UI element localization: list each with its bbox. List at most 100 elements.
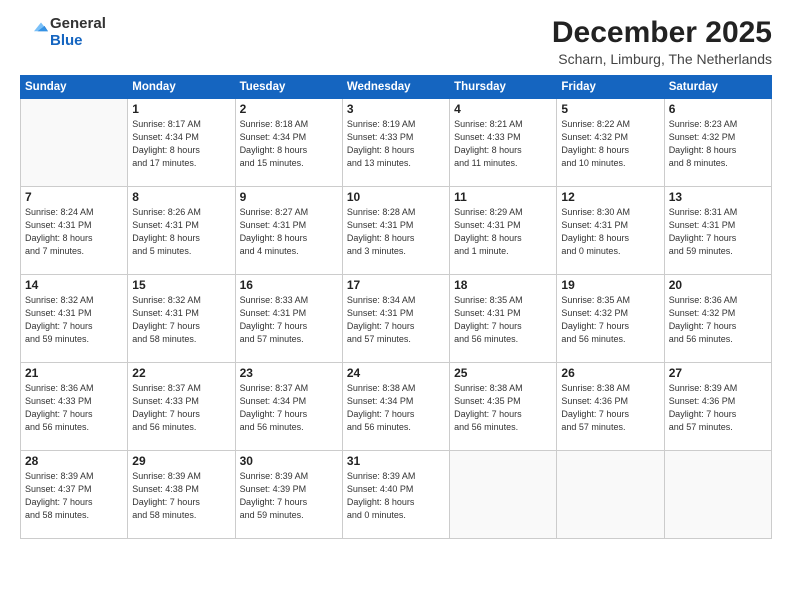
- day-number: 19: [561, 278, 659, 292]
- calendar-cell-w1-d1: [21, 99, 128, 187]
- day-number: 15: [132, 278, 230, 292]
- col-thursday: Thursday: [450, 76, 557, 99]
- calendar-cell-w5-d6: [557, 451, 664, 539]
- day-info: Sunrise: 8:36 AM Sunset: 4:33 PM Dayligh…: [25, 382, 123, 434]
- day-info: Sunrise: 8:24 AM Sunset: 4:31 PM Dayligh…: [25, 206, 123, 258]
- day-number: 11: [454, 190, 552, 204]
- calendar-cell-w4-d3: 23Sunrise: 8:37 AM Sunset: 4:34 PM Dayli…: [235, 363, 342, 451]
- day-number: 2: [240, 102, 338, 116]
- calendar-cell-w5-d1: 28 Sunrise: 8:39 AM Sunset: 4:37 PM Dayli…: [21, 451, 128, 539]
- calendar-cell-w3-d7: 20 Sunrise: 8:36 AM Sunset: 4:32 PM Dayli…: [664, 275, 771, 363]
- day-info: Sunrise: 8:21 AM Sunset: 4:33 PM Dayligh…: [454, 118, 552, 170]
- day-info: Sunrise: 8:31 AM Sunset: 4:31 PM Dayligh…: [669, 206, 767, 258]
- day-number: 14: [25, 278, 123, 292]
- calendar-cell-w2-d2: 8 Sunrise: 8:26 AM Sunset: 4:31 PM Daylig…: [128, 187, 235, 275]
- day-number: 17: [347, 278, 445, 292]
- week-row-4: 21 Sunrise: 8:36 AM Sunset: 4:33 PM Dayli…: [21, 363, 772, 451]
- calendar-cell-w3-d4: 17Sunrise: 8:34 AM Sunset: 4:31 PM Dayli…: [342, 275, 449, 363]
- calendar-cell-w2-d1: 7 Sunrise: 8:24 AM Sunset: 4:31 PM Daylig…: [21, 187, 128, 275]
- day-number: 5: [561, 102, 659, 116]
- calendar-cell-w3-d2: 15 Sunrise: 8:32 AM Sunset: 4:31 PM Dayli…: [128, 275, 235, 363]
- calendar-cell-w4-d2: 22Sunrise: 8:37 AM Sunset: 4:33 PM Dayli…: [128, 363, 235, 451]
- calendar-cell-w1-d7: 6Sunrise: 8:23 AM Sunset: 4:32 PM Daylig…: [664, 99, 771, 187]
- day-number: 24: [347, 366, 445, 380]
- day-number: 1: [132, 102, 230, 116]
- calendar-cell-w1-d2: 1 Sunrise: 8:17 AM Sunset: 4:34 PM Daylig…: [128, 99, 235, 187]
- location-title: Scharn, Limburg, The Netherlands: [552, 51, 772, 67]
- calendar-cell-w5-d2: 29 Sunrise: 8:39 AM Sunset: 4:38 PM Dayli…: [128, 451, 235, 539]
- calendar-cell-w4-d7: 27Sunrise: 8:39 AM Sunset: 4:36 PM Dayli…: [664, 363, 771, 451]
- day-number: 12: [561, 190, 659, 204]
- day-info: Sunrise: 8:38 AM Sunset: 4:36 PM Dayligh…: [561, 382, 659, 434]
- day-number: 20: [669, 278, 767, 292]
- page: General Blue December 2025 Scharn, Limbu…: [0, 0, 792, 612]
- calendar-cell-w2-d4: 10Sunrise: 8:28 AM Sunset: 4:31 PM Dayli…: [342, 187, 449, 275]
- calendar-cell-w3-d1: 14 Sunrise: 8:32 AM Sunset: 4:31 PM Dayli…: [21, 275, 128, 363]
- day-number: 7: [25, 190, 123, 204]
- day-info: Sunrise: 8:38 AM Sunset: 4:35 PM Dayligh…: [454, 382, 552, 434]
- day-number: 23: [240, 366, 338, 380]
- day-info: Sunrise: 8:30 AM Sunset: 4:31 PM Dayligh…: [561, 206, 659, 258]
- calendar-cell-w1-d6: 5 Sunrise: 8:22 AM Sunset: 4:32 PM Daylig…: [557, 99, 664, 187]
- day-number: 21: [25, 366, 123, 380]
- day-number: 27: [669, 366, 767, 380]
- col-tuesday: Tuesday: [235, 76, 342, 99]
- calendar-cell-w3-d5: 18 Sunrise: 8:35 AM Sunset: 4:31 PM Dayli…: [450, 275, 557, 363]
- day-info: Sunrise: 8:39 AM Sunset: 4:38 PM Dayligh…: [132, 470, 230, 522]
- day-number: 29: [132, 454, 230, 468]
- calendar-cell-w4-d6: 26Sunrise: 8:38 AM Sunset: 4:36 PM Dayli…: [557, 363, 664, 451]
- calendar-cell-w5-d4: 31Sunrise: 8:39 AM Sunset: 4:40 PM Dayli…: [342, 451, 449, 539]
- col-wednesday: Wednesday: [342, 76, 449, 99]
- day-number: 16: [240, 278, 338, 292]
- calendar-header-row: Sunday Monday Tuesday Wednesday Thursday…: [21, 76, 772, 99]
- day-info: Sunrise: 8:32 AM Sunset: 4:31 PM Dayligh…: [25, 294, 123, 346]
- day-number: 22: [132, 366, 230, 380]
- day-info: Sunrise: 8:18 AM Sunset: 4:34 PM Dayligh…: [240, 118, 338, 170]
- day-number: 18: [454, 278, 552, 292]
- calendar-table: Sunday Monday Tuesday Wednesday Thursday…: [20, 75, 772, 539]
- logo-blue-text: Blue: [50, 33, 106, 50]
- calendar-cell-w1-d3: 2 Sunrise: 8:18 AM Sunset: 4:34 PM Daylig…: [235, 99, 342, 187]
- calendar-cell-w2-d3: 9 Sunrise: 8:27 AM Sunset: 4:31 PM Daylig…: [235, 187, 342, 275]
- day-info: Sunrise: 8:33 AM Sunset: 4:31 PM Dayligh…: [240, 294, 338, 346]
- day-number: 25: [454, 366, 552, 380]
- header: General Blue December 2025 Scharn, Limbu…: [20, 16, 772, 67]
- logo: General Blue: [20, 16, 106, 49]
- calendar-cell-w3-d3: 16 Sunrise: 8:33 AM Sunset: 4:31 PM Dayli…: [235, 275, 342, 363]
- day-number: 28: [25, 454, 123, 468]
- day-info: Sunrise: 8:22 AM Sunset: 4:32 PM Dayligh…: [561, 118, 659, 170]
- day-number: 8: [132, 190, 230, 204]
- day-info: Sunrise: 8:38 AM Sunset: 4:34 PM Dayligh…: [347, 382, 445, 434]
- calendar-cell-w5-d3: 30 Sunrise: 8:39 AM Sunset: 4:39 PM Dayli…: [235, 451, 342, 539]
- day-info: Sunrise: 8:39 AM Sunset: 4:39 PM Dayligh…: [240, 470, 338, 522]
- week-row-3: 14 Sunrise: 8:32 AM Sunset: 4:31 PM Dayli…: [21, 275, 772, 363]
- day-info: Sunrise: 8:26 AM Sunset: 4:31 PM Dayligh…: [132, 206, 230, 258]
- day-number: 30: [240, 454, 338, 468]
- week-row-5: 28 Sunrise: 8:39 AM Sunset: 4:37 PM Dayli…: [21, 451, 772, 539]
- logo-icon: [20, 19, 48, 47]
- col-sunday: Sunday: [21, 76, 128, 99]
- day-number: 13: [669, 190, 767, 204]
- calendar-cell-w2-d7: 13 Sunrise: 8:31 AM Sunset: 4:31 PM Dayli…: [664, 187, 771, 275]
- col-saturday: Saturday: [664, 76, 771, 99]
- day-number: 4: [454, 102, 552, 116]
- day-info: Sunrise: 8:19 AM Sunset: 4:33 PM Dayligh…: [347, 118, 445, 170]
- calendar-cell-w3-d6: 19Sunrise: 8:35 AM Sunset: 4:32 PM Dayli…: [557, 275, 664, 363]
- day-info: Sunrise: 8:27 AM Sunset: 4:31 PM Dayligh…: [240, 206, 338, 258]
- calendar-cell-w4-d5: 25 Sunrise: 8:38 AM Sunset: 4:35 PM Dayli…: [450, 363, 557, 451]
- day-info: Sunrise: 8:23 AM Sunset: 4:32 PM Dayligh…: [669, 118, 767, 170]
- day-number: 9: [240, 190, 338, 204]
- calendar-cell-w2-d5: 11Sunrise: 8:29 AM Sunset: 4:31 PM Dayli…: [450, 187, 557, 275]
- calendar-cell-w4-d4: 24 Sunrise: 8:38 AM Sunset: 4:34 PM Dayli…: [342, 363, 449, 451]
- day-info: Sunrise: 8:39 AM Sunset: 4:37 PM Dayligh…: [25, 470, 123, 522]
- day-info: Sunrise: 8:36 AM Sunset: 4:32 PM Dayligh…: [669, 294, 767, 346]
- calendar-cell-w5-d5: [450, 451, 557, 539]
- week-row-2: 7 Sunrise: 8:24 AM Sunset: 4:31 PM Daylig…: [21, 187, 772, 275]
- calendar-cell-w5-d7: [664, 451, 771, 539]
- day-info: Sunrise: 8:35 AM Sunset: 4:31 PM Dayligh…: [454, 294, 552, 346]
- day-info: Sunrise: 8:39 AM Sunset: 4:40 PM Dayligh…: [347, 470, 445, 522]
- day-info: Sunrise: 8:32 AM Sunset: 4:31 PM Dayligh…: [132, 294, 230, 346]
- day-info: Sunrise: 8:28 AM Sunset: 4:31 PM Dayligh…: [347, 206, 445, 258]
- calendar-cell-w4-d1: 21 Sunrise: 8:36 AM Sunset: 4:33 PM Dayli…: [21, 363, 128, 451]
- day-info: Sunrise: 8:17 AM Sunset: 4:34 PM Dayligh…: [132, 118, 230, 170]
